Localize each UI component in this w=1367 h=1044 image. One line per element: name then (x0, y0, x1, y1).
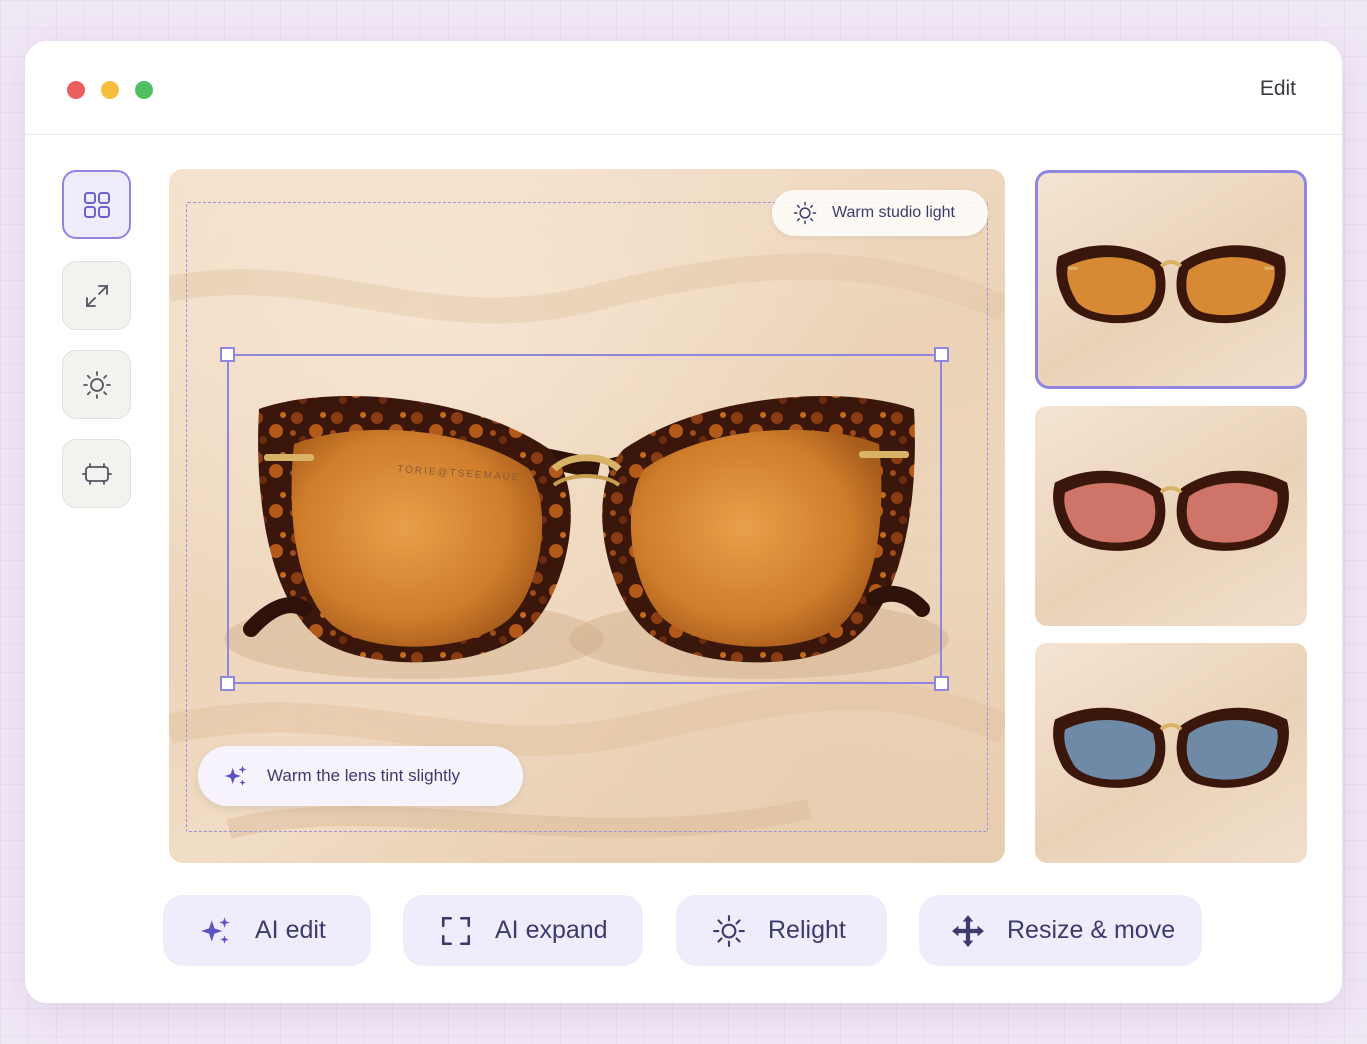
relight-label: Relight (768, 916, 846, 944)
image-canvas[interactable]: TORIE@TSEEMAUE Warm studio light Warm th… (169, 169, 1005, 863)
resize-handle-bottom-left[interactable] (220, 676, 235, 691)
sparkles-icon (224, 765, 247, 786)
light-preset-chip[interactable]: Warm studio light (772, 190, 988, 236)
resize-handle-bottom-right[interactable] (934, 676, 949, 691)
close-window-button[interactable] (67, 81, 85, 99)
sparkles-icon (201, 916, 230, 944)
light-preset-label: Warm studio light (832, 204, 955, 221)
variant-thumbnail-3[interactable] (1035, 643, 1307, 863)
relight-button[interactable]: Relight (676, 895, 887, 966)
ai-expand-label: AI expand (495, 916, 608, 944)
ai-edit-label: AI edit (255, 916, 326, 944)
selection-box[interactable] (220, 347, 949, 691)
sunglasses-variant-image (1053, 707, 1289, 788)
resize-move-button[interactable]: Resize & move (919, 895, 1202, 966)
sun-icon (713, 914, 745, 947)
tool-frame-button[interactable] (62, 439, 131, 508)
grid-icon (83, 191, 110, 218)
tool-light-button[interactable] (62, 350, 131, 419)
resize-handle-top-left[interactable] (220, 347, 235, 362)
title-bar: Edit (25, 41, 1342, 135)
expand-arrows-icon (85, 284, 108, 307)
frame-icon (81, 462, 112, 485)
maximize-window-button[interactable] (135, 81, 153, 99)
resize-handle-top-right[interactable] (934, 347, 949, 362)
editor-window: Edit TORIE@TSEEMAUE Warm studio light Wa… (25, 41, 1342, 1003)
window-title: Edit (1259, 77, 1296, 100)
ai-edit-button[interactable]: AI edit (163, 895, 371, 966)
variant-thumbnail-2[interactable] (1035, 406, 1307, 626)
sunglasses-variant-image (1053, 470, 1289, 551)
sun-icon (793, 201, 817, 225)
ai-prompt-text: Warm the lens tint slightly (267, 766, 461, 785)
sun-icon (82, 370, 111, 399)
minimize-window-button[interactable] (101, 81, 119, 99)
resize-move-label: Resize & move (1007, 916, 1176, 944)
ai-prompt-chip[interactable]: Warm the lens tint slightly (198, 746, 523, 806)
tool-expand-button[interactable] (62, 261, 131, 330)
move-arrows-icon (952, 914, 984, 947)
variant-thumbnail-1[interactable] (1035, 170, 1307, 389)
ai-expand-button[interactable]: AI expand (403, 895, 643, 966)
sunglasses-variant-image (1056, 245, 1286, 324)
expand-corners-icon (441, 916, 471, 945)
tool-grid-button[interactable] (62, 170, 131, 239)
